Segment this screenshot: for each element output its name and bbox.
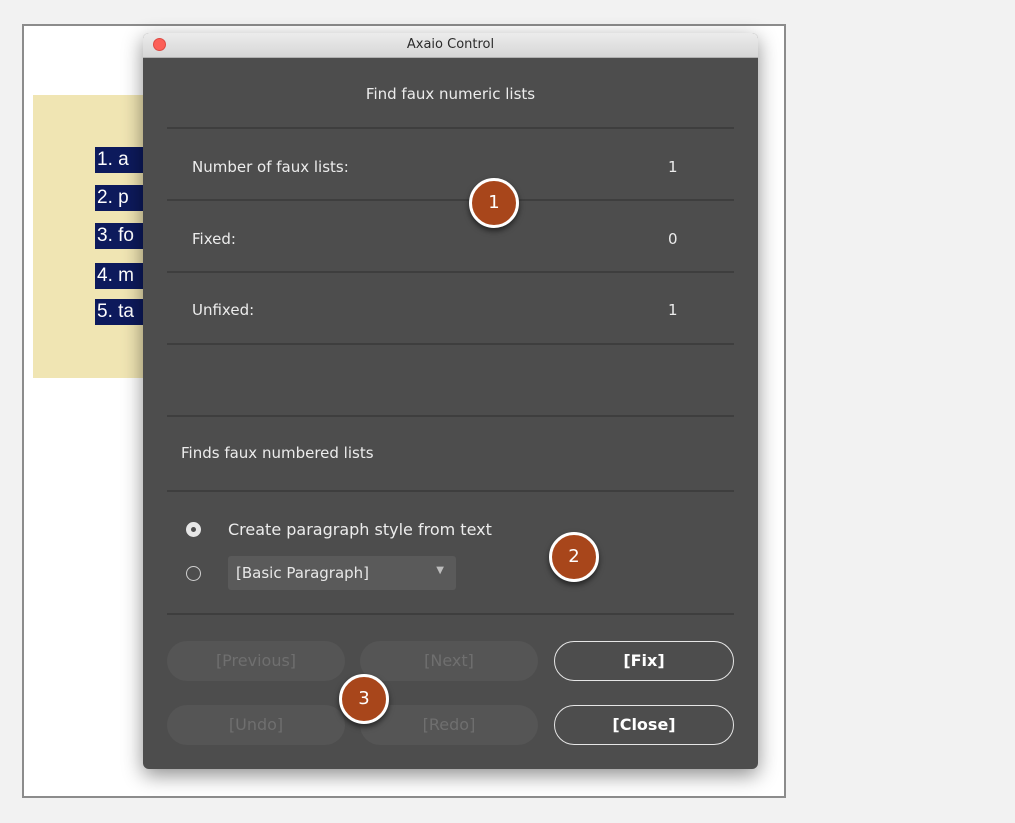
axaio-control-dialog: Axaio Control Find faux numeric lists Nu…: [143, 33, 758, 769]
title-bar[interactable]: Axaio Control: [143, 33, 758, 58]
callout-badge-1: 1: [469, 178, 519, 228]
divider: [167, 199, 734, 201]
fixed-label: Fixed:: [192, 230, 236, 248]
divider: [167, 127, 734, 129]
divider: [167, 343, 734, 345]
close-button[interactable]: [Close]: [554, 705, 734, 745]
existing-style-radio[interactable]: [186, 566, 201, 581]
faux-lists-count-value: 1: [668, 158, 678, 176]
divider: [167, 490, 734, 492]
redo-button[interactable]: [Redo]: [360, 705, 538, 745]
fix-button[interactable]: [Fix]: [554, 641, 734, 681]
dialog-title: Axaio Control: [406, 37, 495, 52]
create-style-radio[interactable]: [186, 522, 201, 537]
chevron-down-icon: ▼: [436, 565, 444, 576]
divider: [167, 271, 734, 273]
next-button[interactable]: [Next]: [360, 641, 538, 681]
paragraph-style-value: [Basic Paragraph]: [236, 564, 370, 582]
undo-button[interactable]: [Undo]: [167, 705, 345, 745]
section-label: Finds faux numbered lists: [181, 444, 374, 462]
divider: [167, 415, 734, 417]
faux-lists-count-label: Number of faux lists:: [192, 158, 349, 176]
divider: [167, 613, 734, 615]
dialog-heading: Find faux numeric lists: [365, 85, 536, 103]
paragraph-style-dropdown[interactable]: [Basic Paragraph] ▼: [228, 556, 456, 590]
callout-badge-2: 2: [549, 532, 599, 582]
unfixed-label: Unfixed:: [192, 301, 255, 319]
callout-badge-3: 3: [339, 674, 389, 724]
previous-button[interactable]: [Previous]: [167, 641, 345, 681]
create-style-label[interactable]: Create paragraph style from text: [228, 520, 492, 539]
unfixed-value: 1: [668, 301, 678, 319]
fixed-value: 0: [668, 230, 678, 248]
